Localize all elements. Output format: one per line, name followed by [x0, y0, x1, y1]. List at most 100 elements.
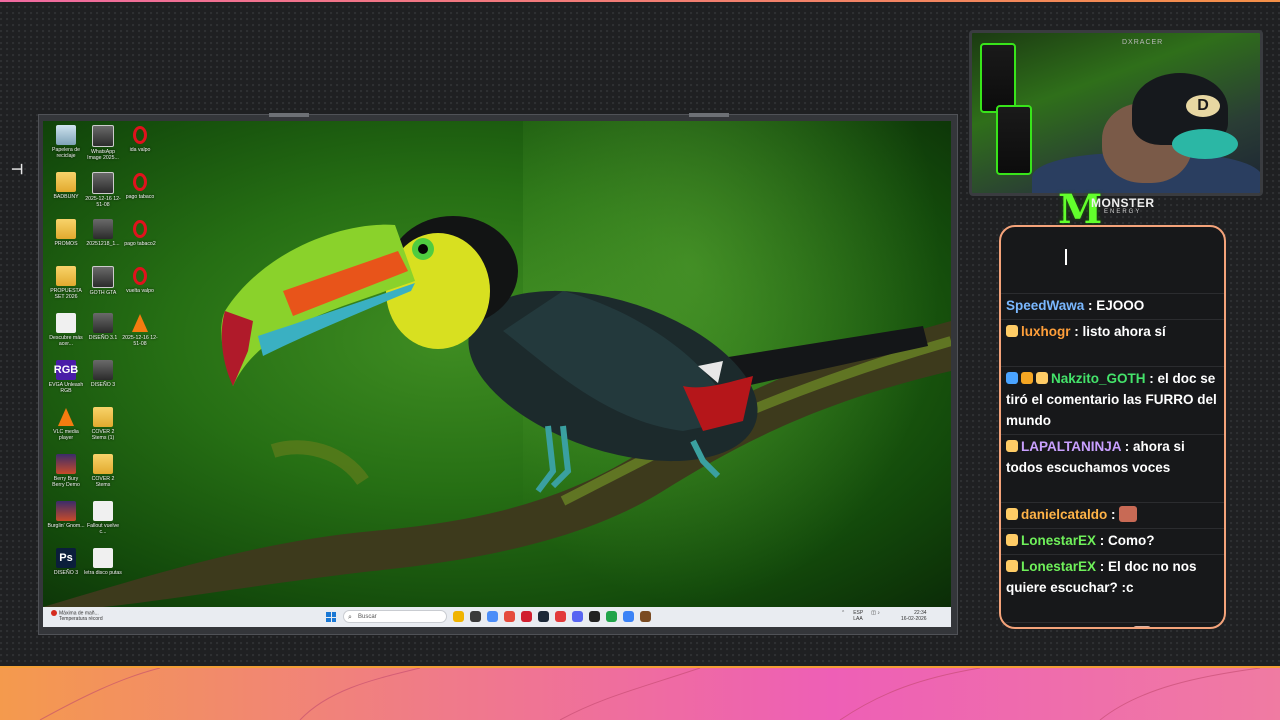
- desktop-icon[interactable]: RGB EVGA Unleash RGB: [47, 360, 85, 394]
- chat-badge-icon: [1006, 560, 1018, 572]
- desktop-icon[interactable]: Berry Bury Berry Demo: [47, 454, 85, 488]
- desktop-icon[interactable]: Descubre más acer...: [47, 313, 85, 347]
- taskbar-app-icon[interactable]: [470, 611, 481, 622]
- chat-text: :: [1111, 507, 1116, 522]
- chat-username[interactable]: LAPALTANINJA: [1021, 439, 1121, 454]
- windows-start-icon[interactable]: [326, 612, 336, 622]
- tray-chevron-icon[interactable]: ⌃: [841, 610, 845, 622]
- desktop-icon-label: 2025-12-16 12-51-08: [122, 335, 158, 347]
- language-indicator[interactable]: ESP LAA: [853, 610, 863, 622]
- shirt-icon: [93, 219, 113, 239]
- desktop-icon[interactable]: PROPUESTA SET 2026: [47, 266, 85, 300]
- toucan-wallpaper-image: [43, 216, 951, 607]
- desktop-icon[interactable]: COVER 2 Stems: [84, 454, 122, 488]
- chat-username[interactable]: LonestarEX: [1021, 533, 1096, 548]
- chat-emote-icon: [1119, 506, 1138, 522]
- desktop-icon-label: ida valpo: [129, 147, 151, 153]
- desktop-icon-label: DISEÑO 3: [53, 570, 79, 576]
- top-accent-line: [0, 0, 1280, 2]
- doc-icon: [93, 501, 113, 521]
- desktop-icon-label: Papelera de reciclaje: [52, 147, 80, 159]
- taskbar-search-box[interactable]: ⌕ Buscar: [343, 610, 447, 623]
- chat-username[interactable]: Nakzito_GOTH: [1051, 371, 1146, 386]
- mouse-cursor-icon: ⊣: [11, 161, 24, 177]
- desktop-icon-label: Burglin' Gnom...: [47, 523, 85, 529]
- chat-message: luxhogr : listo ahora sí: [1006, 321, 1221, 342]
- taskbar-app-icon[interactable]: [589, 611, 600, 622]
- folder-icon: [56, 219, 76, 239]
- sponsor-subtitle: ENERGY: [1104, 209, 1142, 215]
- chat-text: : EJOOO: [1088, 298, 1145, 313]
- chat-username[interactable]: danielcataldo: [1021, 507, 1107, 522]
- desktop-icon-label: VLC media player: [53, 429, 79, 441]
- chat-message: LonestarEX : Como?: [1006, 530, 1221, 551]
- chat-username[interactable]: LonestarEX: [1021, 559, 1096, 574]
- bottom-decorative-lines: [39, 668, 1261, 720]
- vlc-icon: [56, 407, 76, 427]
- desktop-icon-label: PROMOS: [54, 241, 78, 247]
- chat-divider: [1001, 502, 1224, 503]
- chat-message: LAPALTANINJA : ahora si todos escuchamos…: [1006, 436, 1221, 478]
- frame-notch: [689, 113, 729, 117]
- taskbar-app-icon[interactable]: [453, 611, 464, 622]
- chat-badge-icon: [1036, 372, 1048, 384]
- bin-icon: [56, 125, 76, 145]
- desktop-icon[interactable]: Fallout vuelve c...: [84, 501, 122, 535]
- taskbar-app-icon[interactable]: [606, 611, 617, 622]
- desktop-icon[interactable]: DISEÑO 3.1: [84, 313, 122, 341]
- chat-divider: [1001, 319, 1224, 320]
- desktop-icon[interactable]: 2025-12-16 12-51-08: [84, 172, 122, 208]
- desktop-icon[interactable]: Papelera de reciclaje: [47, 125, 85, 159]
- taskbar-pinned-apps: [453, 611, 651, 622]
- taskbar-app-icon[interactable]: [555, 611, 566, 622]
- taskbar-app-icon[interactable]: [521, 611, 532, 622]
- desktop-icon-label: vuelta valpo: [126, 288, 154, 294]
- chair-brand-text: DXRACER: [1122, 39, 1164, 46]
- desktop-icon[interactable]: WhatsApp Image 2025...: [84, 125, 122, 161]
- taskbar-app-icon[interactable]: [487, 611, 498, 622]
- taskbar-app-icon[interactable]: [538, 611, 549, 622]
- desktop-icon-label: pago tabaco2: [124, 241, 156, 247]
- network-volume-icon[interactable]: ◫ ♪: [871, 610, 880, 622]
- desktop-icon-label: Fallout vuelve c...: [86, 523, 119, 535]
- desktop-icon[interactable]: pago tabaco2: [121, 219, 159, 247]
- chat-username[interactable]: luxhogr: [1021, 324, 1071, 339]
- taskbar-app-icon[interactable]: [623, 611, 634, 622]
- taskbar-app-icon[interactable]: [572, 611, 583, 622]
- desktop-icon-label: pago tabaco: [125, 194, 155, 200]
- desktop-icon[interactable]: vuelta valpo: [121, 266, 159, 294]
- doc-icon: [93, 548, 113, 568]
- desktop-icon[interactable]: Ps DISEÑO 3: [47, 548, 85, 576]
- weather-notification[interactable]: Máxima de mañ... Temperatura récord: [51, 610, 103, 622]
- chat-username[interactable]: LAPALTANINJA: [1021, 627, 1121, 629]
- opera-icon: [130, 172, 150, 192]
- chat-divider: [1001, 434, 1224, 435]
- chat-message: LAPALTANINJA :: [1006, 624, 1221, 629]
- weather-icon: [51, 610, 57, 616]
- desktop-icon[interactable]: pago tabaco: [121, 172, 159, 200]
- desktop-icon-label: COVER 2 Stems (1): [91, 429, 115, 441]
- search-icon: ⌕: [348, 614, 352, 621]
- desktop-icon[interactable]: 20251218_1...: [84, 219, 122, 247]
- desktop-icon[interactable]: COVER 2 Stems (1): [84, 407, 122, 441]
- folder-icon: [93, 454, 113, 474]
- taskbar-clock[interactable]: 22:34 16-02-2026: [901, 610, 927, 622]
- desktop-icon[interactable]: GOTH GTA: [84, 266, 122, 296]
- taskbar-app-icon[interactable]: [504, 611, 515, 622]
- chat-username[interactable]: SpeedWawa: [1006, 298, 1084, 313]
- chat-message: LonestarEX : El doc no nos quiere escuch…: [1006, 556, 1221, 598]
- desktop-icon[interactable]: DISEÑO 3: [84, 360, 122, 388]
- desktop-icon[interactable]: Burglin' Gnom...: [47, 501, 85, 529]
- desktop-icon[interactable]: letra disco putas: [84, 548, 122, 576]
- taskbar-app-icon[interactable]: [640, 611, 651, 622]
- desktop-icon[interactable]: PROMOS: [47, 219, 85, 247]
- desktop-icon-label: DISEÑO 3: [90, 382, 116, 388]
- desktop-icon-label: GOTH GTA: [89, 290, 117, 296]
- desktop-icon[interactable]: ida valpo: [121, 125, 159, 153]
- desktop-icon-label: EVGA Unleash RGB: [48, 382, 84, 394]
- chat-badge-icon: [1021, 372, 1033, 384]
- desktop-icon[interactable]: BADBUNY: [47, 172, 85, 200]
- desktop-icon[interactable]: 2025-12-16 12-51-08: [121, 313, 159, 347]
- desktop-icon[interactable]: VLC media player: [47, 407, 85, 441]
- chat-text: : listo ahora sí: [1074, 324, 1166, 339]
